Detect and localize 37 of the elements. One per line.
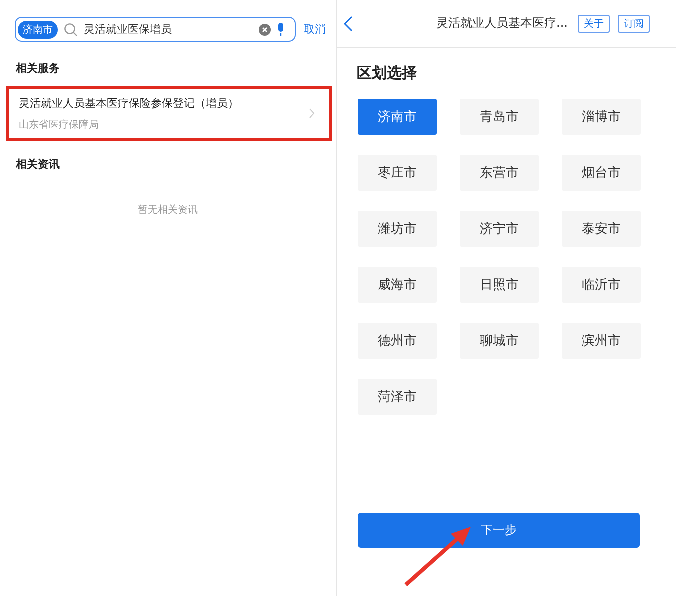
- city-option[interactable]: 聊城市: [460, 323, 539, 359]
- city-option[interactable]: 潍坊市: [358, 211, 437, 247]
- page-title: 灵活就业人员基本医疗...: [436, 15, 568, 32]
- city-option[interactable]: 烟台市: [562, 155, 641, 191]
- next-button[interactable]: 下一步: [358, 513, 640, 548]
- city-option[interactable]: 滨州市: [562, 323, 641, 359]
- city-option[interactable]: 青岛市: [460, 99, 539, 135]
- city-option[interactable]: 泰安市: [562, 211, 641, 247]
- city-option[interactable]: 东营市: [460, 155, 539, 191]
- section-heading: 区划选择: [356, 63, 418, 84]
- header-button[interactable]: 关于: [578, 14, 610, 32]
- city-option[interactable]: 枣庄市: [358, 155, 437, 191]
- chevron-right-icon: [309, 108, 315, 119]
- search-field[interactable]: 济南市 灵活就业医保增员: [15, 17, 296, 42]
- arrow-icon: [403, 526, 473, 588]
- city-option[interactable]: 日照市: [460, 267, 539, 303]
- service-item[interactable]: 灵活就业人员基本医疗保险参保登记（增员） 山东省医疗保障局: [6, 86, 332, 141]
- clear-icon[interactable]: [259, 24, 271, 36]
- cancel-link[interactable]: 取消: [304, 22, 326, 37]
- city-option[interactable]: 德州市: [358, 323, 437, 359]
- section-heading: 相关服务: [14, 61, 61, 77]
- city-option[interactable]: 济南市: [358, 99, 437, 135]
- city-option[interactable]: 菏泽市: [358, 379, 437, 415]
- service-title: 灵活就业人员基本医疗保险参保登记（增员）: [19, 96, 240, 110]
- header-button[interactable]: 订阅: [618, 14, 650, 32]
- city-option[interactable]: 临沂市: [562, 267, 641, 303]
- microphone-icon[interactable]: [277, 23, 285, 36]
- back-icon[interactable]: [344, 16, 353, 32]
- section-heading: 相关资讯: [14, 157, 61, 173]
- empty-message: 暂无相关资讯: [137, 204, 199, 217]
- city-option[interactable]: 威海市: [358, 267, 437, 303]
- search-value: 灵活就业医保增员: [84, 22, 173, 37]
- search-icon: [64, 22, 78, 36]
- city-option[interactable]: 淄博市: [562, 99, 641, 135]
- city-option[interactable]: 济宁市: [460, 211, 539, 247]
- region-tag[interactable]: 济南市: [18, 20, 58, 38]
- service-source: 山东省医疗保障局: [19, 118, 100, 132]
